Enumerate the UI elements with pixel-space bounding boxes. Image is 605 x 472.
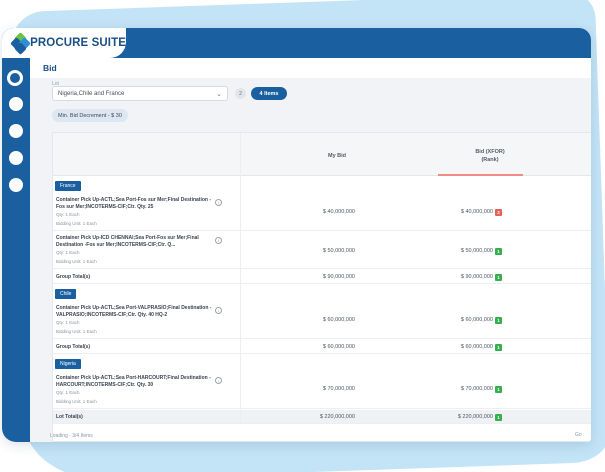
rank-badge: 1	[495, 344, 502, 351]
bid-value: $ 60,000,000	[460, 317, 493, 323]
group-total-label: Group Total(s)	[56, 274, 91, 280]
item-description: Container Pick Up-ACTL;Sea Port-VALPRASI…	[56, 305, 212, 318]
info-icon[interactable]: i	[215, 307, 222, 314]
brand-name: PROCURE SUITE	[30, 37, 126, 49]
items-button[interactable]: 4 Items	[251, 87, 287, 100]
group-total-my-bid: $ 90,000,000	[322, 274, 355, 280]
group-total-bid: $ 60,000,000	[460, 344, 493, 350]
lot-total-row: Lot Total(s) $ 220,000,000 $ 220,000,000…	[53, 410, 591, 424]
logo-icon	[10, 32, 31, 55]
sidebar-item-1[interactable]	[9, 97, 23, 111]
item-unit: Bidding Unit: 1 Each	[56, 399, 97, 404]
column-header-my-bid: My Bid	[328, 153, 347, 159]
table-row: Container Pick Up-ACTL;Sea Port-Fos sur …	[53, 194, 591, 231]
my-bid-value: $ 40,000,000	[322, 209, 355, 215]
column-header-bid[interactable]: Bid (XFOR) (Rank)	[460, 148, 520, 164]
item-unit: Bidding Unit: 1 Each	[56, 329, 97, 334]
my-bid-value: $ 50,000,000	[322, 248, 355, 254]
main-content: Lot Nigeria,Chile and France ⌄ 2 4 Items…	[30, 78, 591, 442]
group-total-row: Group Total(s) $ 60,000,000 $ 60,000,000…	[53, 340, 591, 354]
lot-select-value: Nigeria,Chile and France	[58, 90, 125, 97]
lot-total-my-bid: $ 220,000,000	[319, 414, 355, 420]
my-bid-value: $ 60,000,000	[322, 317, 355, 323]
sidebar-item-3[interactable]	[9, 151, 23, 165]
item-description: Container Pick Up-ACTL;Sea Port-HARCOURT…	[56, 375, 211, 388]
rank-badge: 1	[495, 317, 502, 324]
item-description: Container Pick Up-ACTL;Sea Port-Fos sur …	[56, 197, 212, 210]
bid-value: $ 40,000,000	[460, 209, 493, 215]
lot-total-label: Lot Total(s)	[56, 414, 83, 420]
group-tag-chile: Chile	[55, 289, 77, 299]
item-unit: Bidding Unit: 1 Each	[56, 221, 97, 226]
group-total-my-bid: $ 60,000,000	[322, 344, 355, 350]
rank-badge: 1	[495, 386, 502, 393]
item-qty: Qty: 1 Each	[56, 212, 80, 217]
brand-tab[interactable]: PROCURE SUITE	[2, 28, 126, 58]
group-total-label: Group Total(s)	[56, 344, 91, 350]
item-description: Container Pick Up-ICD CHENNAI;Sea Port-F…	[56, 235, 199, 248]
min-bid-decrement-chip: Min. Bid Decrement - $ 30	[52, 109, 128, 122]
page-header: Bid	[30, 58, 591, 78]
table-row: Container Pick Up-ACTL;Sea Port-VALPRASI…	[53, 302, 591, 339]
column-header-bid-title: Bid (XFOR)	[475, 149, 505, 155]
item-unit: Bidding Unit: 1 Each	[56, 259, 97, 264]
footer-status: Loading · 3/4 Items	[50, 433, 93, 439]
info-icon[interactable]: i	[215, 237, 222, 244]
lot-select[interactable]: Nigeria,Chile and France ⌄	[52, 86, 228, 101]
table-header: My Bid Bid (XFOR) (Rank)	[53, 133, 591, 176]
bid-value: $ 70,000,000	[460, 386, 493, 392]
item-qty: Qty: 1 Each	[56, 250, 80, 255]
group-total-bid: $ 90,000,000	[460, 274, 493, 280]
group-total-row: Group Total(s) $ 90,000,000 $ 90,000,000…	[53, 270, 591, 284]
chevron-down-icon: ⌄	[216, 91, 222, 98]
group-tag-france: France	[55, 181, 81, 191]
info-icon[interactable]: i	[215, 199, 222, 206]
column-header-bid-rank: (Rank)	[481, 157, 499, 163]
count-badge: 2	[235, 88, 246, 99]
info-icon[interactable]: i	[215, 377, 222, 384]
top-bar: PROCURE SUITE	[2, 28, 591, 58]
sidebar-item-4[interactable]	[9, 178, 23, 192]
rank-badge: 1	[495, 274, 502, 281]
my-bid-value: $ 70,000,000	[322, 386, 355, 392]
sidebar-item-home[interactable]	[7, 70, 23, 86]
item-qty: Qty: 1 Each	[56, 390, 80, 395]
rank-badge: 1	[495, 414, 502, 421]
column-underline	[438, 174, 523, 176]
sidebar	[2, 58, 30, 442]
app-window: PROCURE SUITE Bid Lot Nigeria,Chile and …	[2, 28, 591, 442]
rank-badge: 1	[495, 248, 502, 255]
bid-table: My Bid Bid (XFOR) (Rank) France Containe…	[52, 132, 591, 442]
page-title: Bid	[43, 63, 57, 73]
footer-link[interactable]: Go	[575, 432, 582, 438]
rank-badge: 2	[495, 209, 502, 216]
lot-total-bid: $ 220,000,000	[457, 414, 493, 420]
bid-value: $ 50,000,000	[460, 248, 493, 254]
table-row: Container Pick Up-ACTL;Sea Port-HARCOURT…	[53, 372, 591, 409]
table-row: Container Pick Up-ICD CHENNAI;Sea Port-F…	[53, 232, 591, 269]
column-divider	[240, 133, 241, 424]
item-qty: Qty: 1 Each	[56, 320, 80, 325]
sidebar-item-2[interactable]	[9, 124, 23, 138]
group-tag-nigeria: Nigeria	[55, 359, 81, 369]
